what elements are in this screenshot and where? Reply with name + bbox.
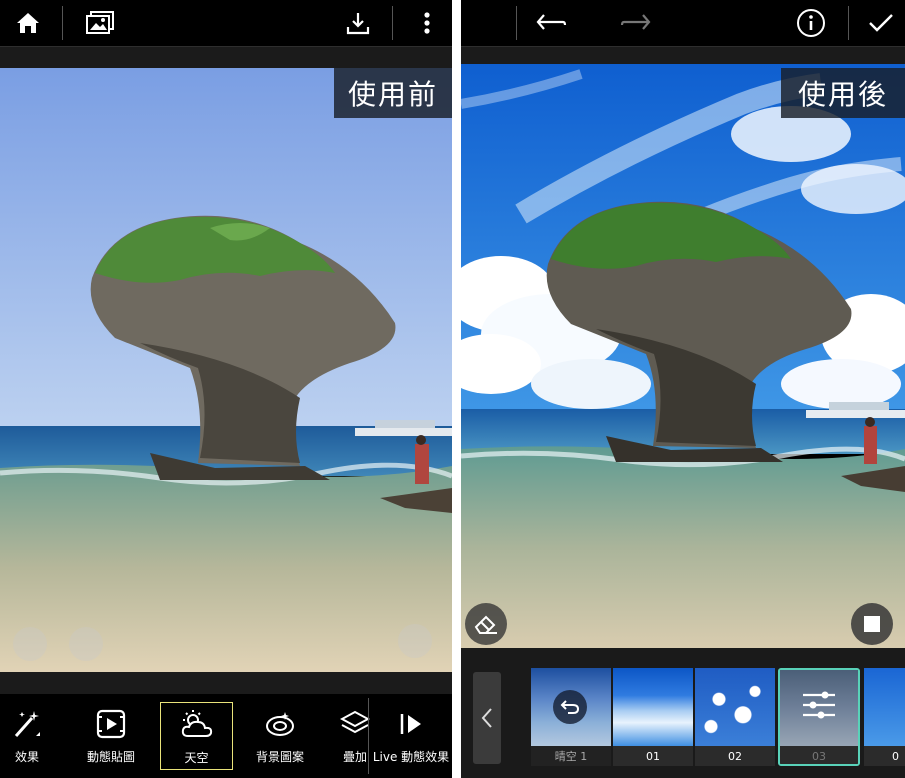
toolbar-divider (62, 6, 63, 40)
sky-thumb-image (864, 668, 905, 746)
download-icon (346, 13, 370, 35)
tool-divider (368, 698, 369, 774)
toolbar-divider (392, 6, 393, 40)
sliders-icon (803, 691, 835, 719)
before-label: 使用前 (334, 68, 452, 118)
reset-sky-button[interactable] (553, 690, 587, 724)
collapse-tab[interactable] (473, 672, 501, 764)
after-photo (461, 64, 905, 648)
edit-tools-bar: 效果 動態貼圖 天空 背景圖案 疊加 Live 動態效果 (0, 694, 452, 778)
home-button[interactable] (8, 0, 48, 46)
tool-label: 效果 (14, 750, 39, 764)
apply-button[interactable] (863, 0, 899, 46)
after-label: 使用後 (781, 68, 905, 118)
left-top-toolbar (0, 0, 452, 46)
sky-thumb-clear-1[interactable]: 晴空 1 (531, 668, 611, 766)
checkmark-icon (869, 14, 893, 32)
more-vertical-icon (424, 12, 430, 34)
tool-label: 疊加 (342, 750, 367, 764)
right-top-toolbar (461, 0, 905, 46)
eraser-button[interactable] (465, 603, 507, 645)
sky-thumb-label: 晴空 1 (531, 746, 611, 766)
info-button[interactable] (791, 0, 831, 46)
tool-live-effects[interactable]: Live 動態效果 (370, 702, 452, 770)
live-play-icon (400, 714, 421, 734)
sky-thumb-03-selected[interactable]: 03 (778, 668, 860, 766)
stop-button[interactable] (851, 603, 893, 645)
animated-sticker-icon (96, 709, 126, 739)
tool-sky[interactable]: 天空 (160, 702, 233, 770)
tool-label: 動態貼圖 (86, 750, 135, 764)
left-bottom-strip (0, 672, 452, 694)
undo-button[interactable] (531, 0, 571, 46)
left-bottom-area: 效果 動態貼圖 天空 背景圖案 疊加 Live 動態效果 (0, 672, 452, 778)
right-sub-strip (461, 46, 905, 64)
undo-icon (536, 14, 567, 30)
sky-thumb-label: 01 (613, 746, 693, 766)
gallery-icon (86, 11, 114, 34)
sky-thumb-label: 02 (695, 746, 775, 766)
sky-thumb-04-partial[interactable]: 0 (864, 668, 905, 766)
toolbar-divider (516, 6, 517, 40)
pattern-icon (266, 712, 294, 736)
sky-thumb-image (613, 668, 693, 746)
sky-thumb-01[interactable]: 01 (613, 668, 693, 766)
sky-thumb-label: 0 (864, 746, 905, 766)
more-button[interactable] (410, 0, 444, 46)
eraser-icon (474, 615, 497, 634)
sky-thumb-image (695, 668, 775, 746)
before-panel: 使用前 效果 動態貼圖 天空 背景圖案 疊加 Live 動態效果 (0, 0, 452, 778)
sky-picker-panel: 晴空 1 01 02 03 0 (461, 648, 905, 778)
layers-icon (340, 710, 370, 734)
home-icon (17, 13, 39, 33)
tool-overlay[interactable]: 疊加 (340, 702, 370, 770)
adjust-sky-button[interactable] (799, 687, 839, 727)
left-sub-strip (0, 46, 452, 68)
magic-wand-icon (14, 711, 40, 737)
tool-label: 天空 (184, 751, 209, 765)
gallery-button[interactable] (80, 0, 120, 46)
after-panel: 使用後 晴空 1 01 02 03 0 (461, 0, 905, 778)
tool-label: 背景圖案 (255, 750, 304, 764)
toolbar-divider (848, 6, 849, 40)
download-button[interactable] (338, 0, 378, 46)
undo-circle-icon (560, 700, 580, 714)
redo-icon (620, 14, 651, 30)
sky-thumb-02[interactable]: 02 (695, 668, 775, 766)
info-icon (797, 9, 825, 37)
tool-animated-sticker[interactable]: 動態貼圖 (78, 702, 144, 770)
cloud-sun-icon (181, 710, 212, 737)
before-photo (0, 68, 452, 672)
redo-button[interactable] (616, 0, 656, 46)
stop-icon (864, 616, 880, 632)
tool-label: Live 動態效果 (372, 750, 450, 764)
tool-background-pattern[interactable]: 背景圖案 (250, 702, 310, 770)
chevron-left-icon (481, 708, 492, 728)
sky-thumb-label: 03 (780, 746, 858, 764)
tool-effects[interactable]: 效果 (0, 702, 54, 770)
